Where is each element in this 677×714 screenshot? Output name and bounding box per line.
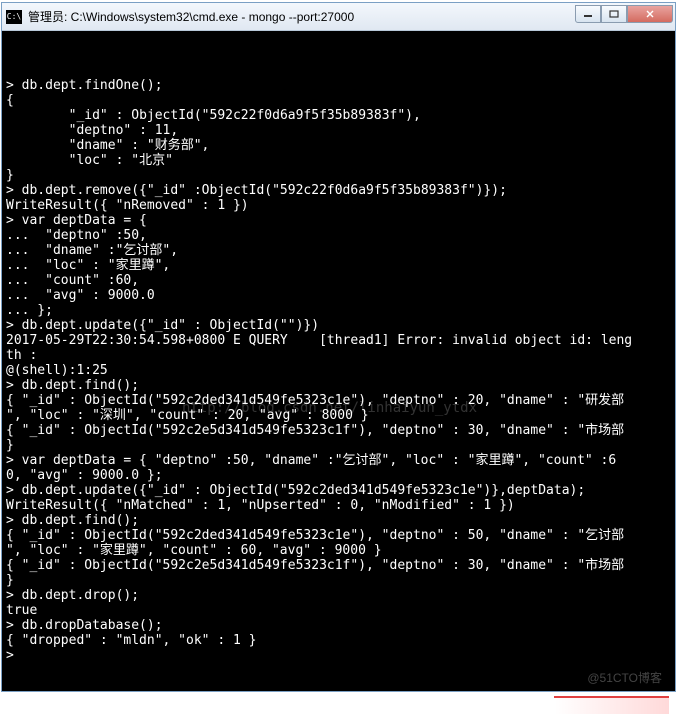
terminal-line: ... "count" :60, xyxy=(6,273,671,288)
terminal-line: > db.dept.findOne(); xyxy=(6,78,671,93)
maximize-button[interactable] xyxy=(601,5,627,23)
terminal-line: > db.dept.find(); xyxy=(6,513,671,528)
terminal-line: > xyxy=(6,648,671,663)
terminal-line: { "_id" : ObjectId("592c2e5d341d549fe532… xyxy=(6,423,671,438)
terminal-line: 0, "avg" : 9000.0 }; xyxy=(6,468,671,483)
terminal-line: 2017-05-29T22:30:54.598+0800 E QUERY [th… xyxy=(6,333,671,348)
terminal-line: > var deptData = { xyxy=(6,213,671,228)
window-controls xyxy=(575,5,673,23)
terminal-line: { xyxy=(6,93,671,108)
terminal-line: "loc" : "北京" xyxy=(6,153,671,168)
terminal-line: > db.dept.update({"_id" : ObjectId("592c… xyxy=(6,483,671,498)
terminal-line: > db.dept.find(); xyxy=(6,378,671,393)
terminal-line: { "_id" : ObjectId("592c2ded341d549fe532… xyxy=(6,393,671,408)
terminal-line: ... "deptno" :50, xyxy=(6,228,671,243)
terminal-line: true xyxy=(6,603,671,618)
minimize-button[interactable] xyxy=(575,5,601,23)
terminal-output[interactable]: > db.dept.findOne();{ "_id" : ObjectId("… xyxy=(2,31,675,691)
terminal-line: > var deptData = { "deptno" :50, "dname"… xyxy=(6,453,671,468)
terminal-line: > db.dept.remove({"_id" :ObjectId("592c2… xyxy=(6,183,671,198)
terminal-line: ... }; xyxy=(6,303,671,318)
terminal-line: "_id" : ObjectId("592c22f0d6a9f5f35b8938… xyxy=(6,108,671,123)
watermark: @51CTO博客 xyxy=(587,669,662,686)
terminal-line: > db.dropDatabase(); xyxy=(6,618,671,633)
terminal-line: { "dropped" : "mldn", "ok" : 1 } xyxy=(6,633,671,648)
red-strip-decoration xyxy=(554,696,669,714)
terminal-line: { "_id" : ObjectId("592c2e5d341d549fe532… xyxy=(6,558,671,573)
cmd-icon: C:\ xyxy=(6,10,22,24)
terminal-line: ", "loc" : "深圳", "count" : 20, "avg" : 8… xyxy=(6,408,671,423)
terminal-line: } xyxy=(6,168,671,183)
terminal-line: } xyxy=(6,573,671,588)
close-button[interactable] xyxy=(627,5,673,23)
terminal-line: WriteResult({ "nMatched" : 1, "nUpserted… xyxy=(6,498,671,513)
terminal-line: ", "loc" : "家里蹲", "count" : 60, "avg" : … xyxy=(6,543,671,558)
terminal-line: WriteResult({ "nRemoved" : 1 }) xyxy=(6,198,671,213)
bottom-fragment: 半: xyxy=(95,691,116,710)
terminal-line: ... "dname" :"乞讨部", xyxy=(6,243,671,258)
terminal-line: ... "loc" : "家里蹲", xyxy=(6,258,671,273)
terminal-line: "dname" : "财务部", xyxy=(6,138,671,153)
terminal-line: @(shell):1:25 xyxy=(6,363,671,378)
terminal-line: > db.dept.update({"_id" : ObjectId("")}) xyxy=(6,318,671,333)
window-title: 管理员: C:\Windows\system32\cmd.exe - mongo… xyxy=(28,8,354,25)
terminal-line: } xyxy=(6,438,671,453)
terminal-line: { "_id" : ObjectId("592c2ded341d549fe532… xyxy=(6,528,671,543)
cmd-window: C:\ 管理员: C:\Windows\system32\cmd.exe - m… xyxy=(1,2,676,692)
terminal-line: th : xyxy=(6,348,671,363)
titlebar[interactable]: C:\ 管理员: C:\Windows\system32\cmd.exe - m… xyxy=(2,3,675,31)
terminal-line: "deptno" : 11, xyxy=(6,123,671,138)
terminal-line: > db.dept.drop(); xyxy=(6,588,671,603)
terminal-line: ... "avg" : 9000.0 xyxy=(6,288,671,303)
